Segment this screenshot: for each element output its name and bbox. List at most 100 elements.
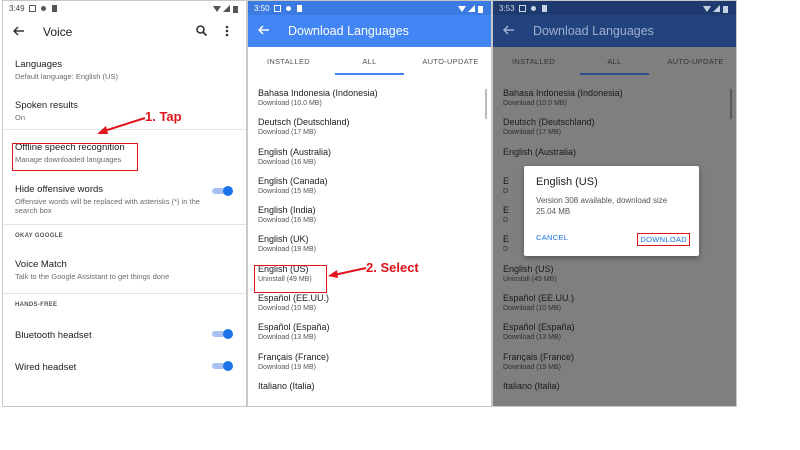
setting-title: Voice Match bbox=[15, 259, 67, 270]
wired-toggle[interactable] bbox=[212, 361, 233, 371]
language-name: English (Australia) bbox=[503, 146, 577, 157]
download-button[interactable]: DOWNLOAD bbox=[637, 233, 690, 246]
language-item[interactable]: Deutsch (Deutschland) Download (17 MB) bbox=[258, 114, 491, 143]
settings-notification-icon bbox=[40, 5, 47, 12]
page-title: Voice bbox=[43, 25, 73, 39]
setting-subtitle: Offensive words will be replaced with as… bbox=[15, 197, 200, 215]
wired-headset-setting[interactable]: Wired headset bbox=[3, 354, 246, 386]
tab-bar: INSTALLED ALL AUTO-UPDATE bbox=[248, 47, 491, 75]
tab-auto-update[interactable]: AUTO-UPDATE bbox=[410, 47, 491, 75]
language-item[interactable]: Italiano (Italia) bbox=[258, 378, 491, 406]
back-arrow-icon[interactable] bbox=[502, 24, 515, 38]
wifi-icon bbox=[458, 5, 466, 12]
tab-all[interactable]: ALL bbox=[329, 47, 410, 75]
language-name: Español (EE.UU.) bbox=[258, 293, 330, 304]
search-icon[interactable] bbox=[192, 25, 210, 39]
gallery-notification-icon bbox=[518, 4, 526, 12]
hide-offensive-words-setting[interactable]: Hide offensive words Offensive words wil… bbox=[3, 176, 246, 216]
signal-icon bbox=[468, 4, 475, 12]
more-options-icon[interactable] bbox=[218, 25, 236, 40]
tab-all[interactable]: ALL bbox=[574, 47, 655, 75]
setting-title: Spoken results bbox=[15, 100, 78, 111]
scrollbar[interactable] bbox=[485, 89, 487, 119]
language-name: English (US) bbox=[503, 263, 554, 274]
voice-match-setting[interactable]: Voice Match Talk to the Google Assistant… bbox=[3, 251, 246, 291]
status-bar: 3:50 bbox=[248, 1, 491, 15]
scrollbar[interactable] bbox=[730, 89, 732, 119]
cancel-button[interactable]: CANCEL bbox=[536, 233, 568, 246]
languages-setting[interactable]: Languages Default language: English (US) bbox=[3, 59, 246, 92]
language-action: Download (13 MB) bbox=[258, 334, 316, 342]
app-bar: Voice bbox=[3, 15, 246, 49]
language-item[interactable]: Español (EE.UU.) Download (10 MB) bbox=[258, 290, 491, 319]
tab-installed[interactable]: INSTALLED bbox=[493, 47, 574, 75]
back-arrow-icon[interactable] bbox=[257, 24, 270, 38]
annotation-step1: 1. Tap bbox=[145, 109, 182, 124]
language-name: English (Australia) bbox=[258, 146, 332, 157]
sd-card-icon bbox=[296, 4, 303, 12]
language-name: Italiano (Italia) bbox=[258, 380, 315, 391]
signal-icon bbox=[713, 4, 720, 12]
language-item[interactable]: English (Canada) Download (15 MB) bbox=[258, 173, 491, 202]
language-name: English (India) bbox=[258, 205, 316, 216]
language-item[interactable]: English (Australia) Download (16 MB) bbox=[258, 144, 491, 173]
divider bbox=[3, 224, 246, 225]
language-action: Download (16 MB) bbox=[258, 217, 316, 225]
language-action: Download (16 MB) bbox=[258, 158, 316, 166]
status-bar: 3:49 bbox=[3, 1, 246, 15]
settings-notification-icon bbox=[530, 5, 537, 12]
language-list: Bahasa Indonesia (Indonesia) Download (10… bbox=[248, 85, 491, 406]
section-header-hands-free: HANDS-FREE bbox=[15, 302, 58, 308]
setting-subtitle: Default language: English (US) bbox=[15, 72, 118, 81]
language-name: Italiano (Italia) bbox=[503, 380, 560, 391]
language-action: Download (19 MB) bbox=[503, 363, 561, 371]
highlight-box-english-us bbox=[254, 265, 327, 293]
gallery-notification-icon bbox=[28, 4, 36, 12]
hide-offensive-toggle[interactable] bbox=[212, 186, 233, 196]
download-confirmation-screen: 3:53 Download Languages INSTALLED ALL AU… bbox=[492, 0, 737, 407]
language-item[interactable]: Bahasa Indonesia (Indonesia) Download (10… bbox=[258, 85, 491, 114]
tab-installed[interactable]: INSTALLED bbox=[248, 47, 329, 75]
download-dialog: English (US) Version 308 available, down… bbox=[524, 166, 699, 256]
language-action: Download (19 MB) bbox=[258, 246, 316, 254]
setting-title: Hide offensive words bbox=[15, 184, 104, 195]
language-name: Français (France) bbox=[503, 351, 575, 362]
language-action: Download (10.0 MB) bbox=[503, 100, 567, 107]
battery-icon bbox=[233, 5, 240, 13]
battery-icon bbox=[478, 5, 485, 13]
settings-notification-icon bbox=[285, 5, 292, 12]
setting-title: Wired headset bbox=[15, 362, 77, 373]
language-name: Español (España) bbox=[503, 322, 575, 333]
bluetooth-headset-setting[interactable]: Bluetooth headset bbox=[3, 322, 246, 354]
battery-icon bbox=[723, 5, 730, 13]
language-item: Español (EE.UU.) Download (10 MB) bbox=[503, 290, 736, 319]
language-action: Download (13 MB) bbox=[503, 334, 561, 342]
language-item[interactable]: English (UK) Download (19 MB) bbox=[258, 231, 491, 260]
language-item: Deutsch (Deutschland) Download (17 MB) bbox=[503, 114, 736, 143]
annotation-arrow-2 bbox=[328, 267, 367, 278]
language-action: Uninstall (49 MB) bbox=[503, 275, 557, 283]
setting-title: Languages bbox=[15, 59, 63, 70]
language-name: Deutsch (Deutschland) bbox=[503, 117, 595, 128]
language-item[interactable]: Français (France) Download (19 MB) bbox=[258, 349, 491, 378]
language-name: Español (España) bbox=[258, 322, 330, 333]
language-item: Bahasa Indonesia (Indonesia) Download (10… bbox=[503, 85, 736, 114]
language-name: English (Canada) bbox=[258, 175, 328, 186]
app-bar: Download Languages bbox=[493, 15, 736, 47]
language-name: English (UK) bbox=[258, 234, 309, 245]
language-action: Download (17 MB) bbox=[503, 129, 561, 137]
status-time: 3:50 bbox=[254, 3, 270, 13]
status-bar: 3:53 bbox=[493, 1, 736, 15]
back-arrow-icon[interactable] bbox=[12, 25, 25, 39]
page-title: Download Languages bbox=[288, 24, 409, 38]
language-action: Download (15 MB) bbox=[258, 187, 316, 195]
bluetooth-toggle[interactable] bbox=[212, 329, 233, 339]
language-item[interactable]: Español (España) Download (13 MB) bbox=[258, 319, 491, 348]
language-action: Download (10 MB) bbox=[258, 305, 316, 313]
language-item[interactable]: English (India) Download (16 MB) bbox=[258, 202, 491, 231]
status-time: 3:49 bbox=[9, 3, 25, 13]
divider bbox=[3, 293, 246, 294]
tab-auto-update[interactable]: AUTO-UPDATE bbox=[655, 47, 736, 75]
language-action: Download (17 MB) bbox=[258, 129, 316, 137]
gallery-notification-icon bbox=[273, 4, 281, 12]
